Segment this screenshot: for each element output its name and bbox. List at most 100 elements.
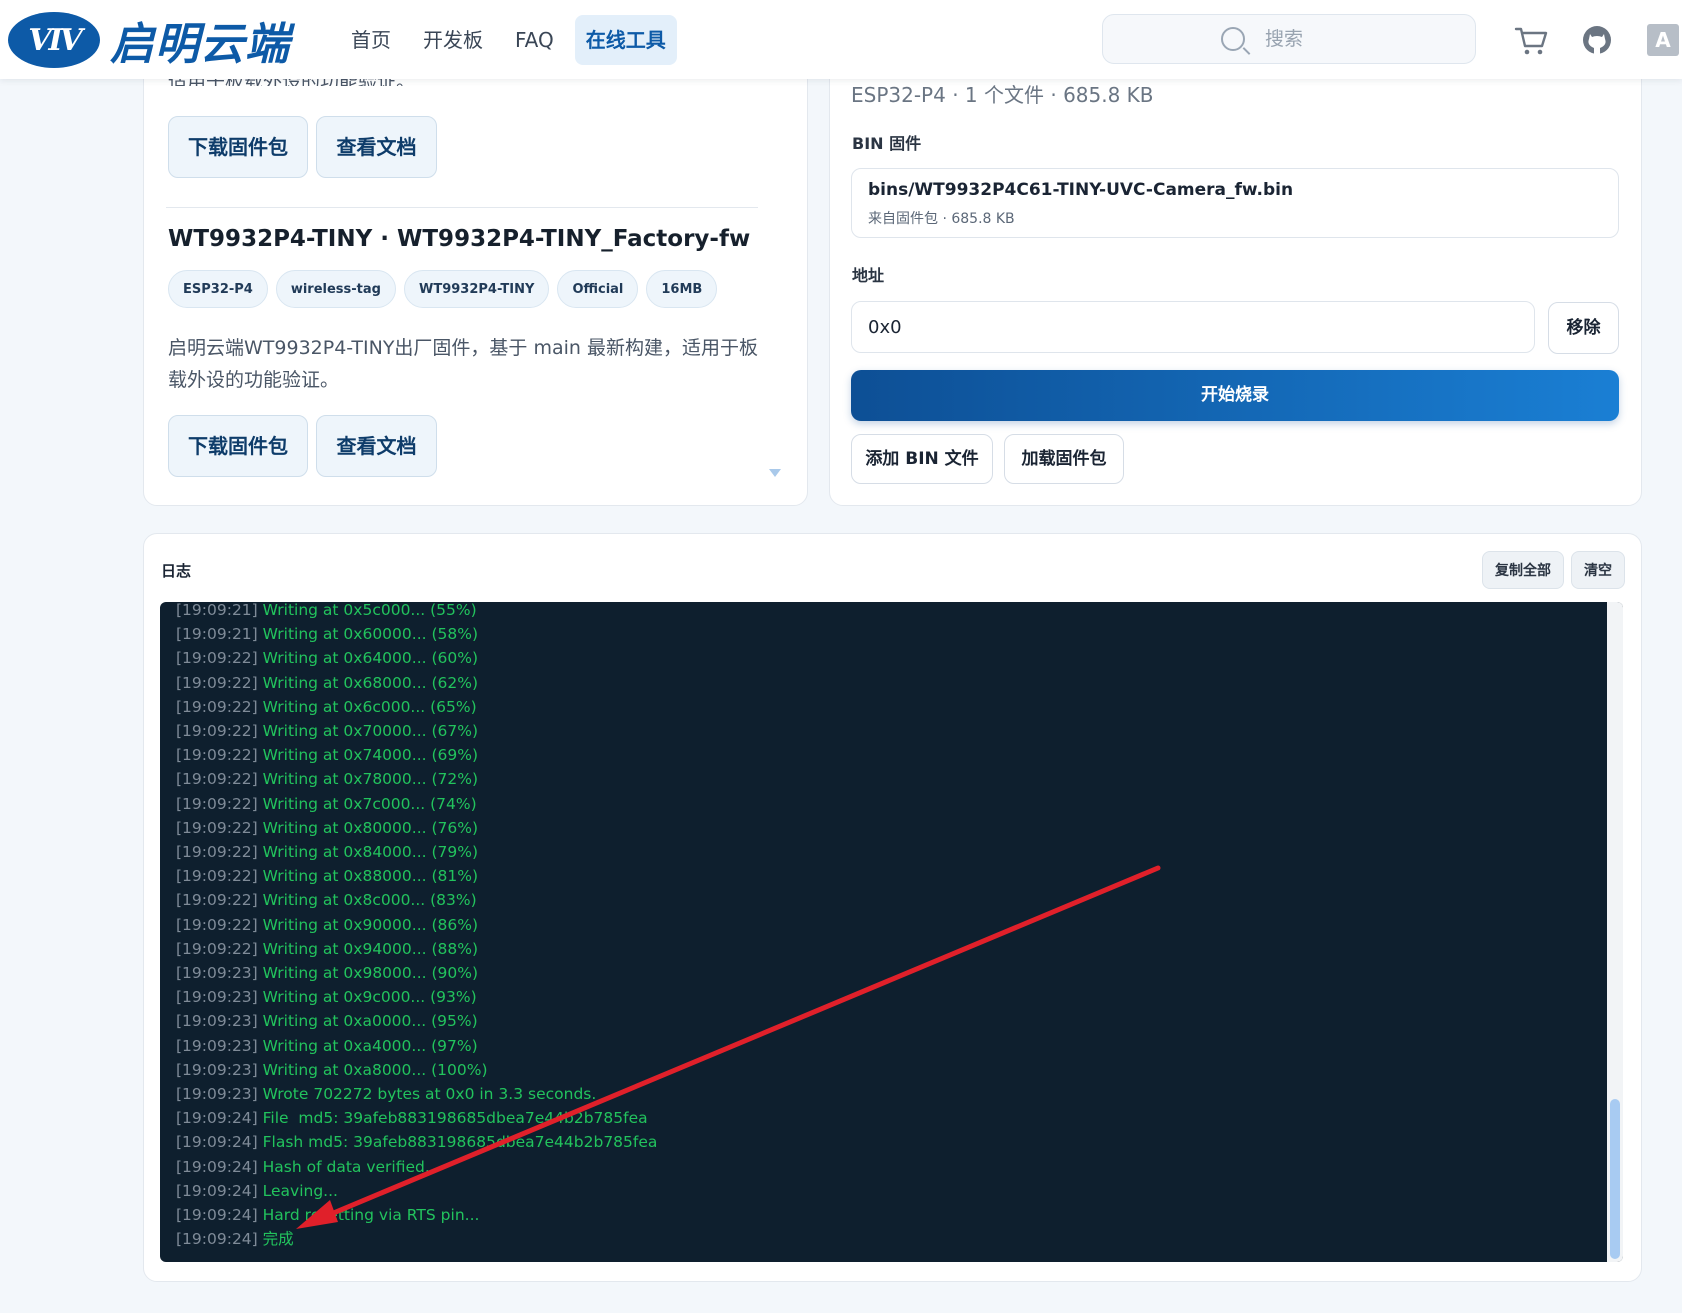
firmware-divider xyxy=(166,207,758,208)
log-message: Writing at 0x88000... (81%) xyxy=(262,867,479,886)
log-timestamp: [19:09:22] xyxy=(176,843,263,862)
log-line: [19:09:21] Writing at 0x5c000... (55%) xyxy=(176,602,657,622)
translate-icon[interactable]: A xyxy=(1647,24,1679,56)
log-line: [19:09:22] Writing at 0x64000... (60%) xyxy=(176,646,657,670)
log-line: [19:09:22] Writing at 0x78000... (72%) xyxy=(176,767,657,791)
log-timestamp: [19:09:24] xyxy=(176,1157,263,1176)
log-line: [19:09:23] Writing at 0xa0000... (95%) xyxy=(176,1009,657,1033)
log-line: [19:09:24] Leaving... xyxy=(176,1179,657,1203)
firmware-tags: ESP32-P4 wireless-tag WT9932P4-TINY Officia… xyxy=(168,270,725,308)
log-line: [19:09:22] Writing at 0x6c000... (65%) xyxy=(176,695,657,719)
log-message: Writing at 0x5c000... (55%) xyxy=(262,602,477,619)
log-line: [19:09:22] Writing at 0x90000... (86%) xyxy=(176,913,657,937)
log-message: Wrote 702272 bytes at 0x0 in 3.3 seconds… xyxy=(262,1085,597,1104)
prev-view-docs-button[interactable]: 查看文档 xyxy=(316,116,437,178)
start-flash-button[interactable]: 开始烧录 xyxy=(851,370,1619,421)
top-header: VIV 启明云端 首页 开发板 FAQ 在线工具 A xyxy=(0,0,1682,79)
log-timestamp: [19:09:22] xyxy=(176,915,263,934)
firmware-title: WT9932P4-TINY · WT9932P4-TINY_Factory-fw xyxy=(168,226,751,252)
log-line: [19:09:24] 完成 xyxy=(176,1227,657,1251)
log-line: [19:09:23] Writing at 0xa8000... (100%) xyxy=(176,1058,657,1082)
log-message: Writing at 0x98000... (90%) xyxy=(262,964,479,983)
bin-label: BIN 固件 xyxy=(852,134,922,153)
scroll-down-icon[interactable] xyxy=(768,467,782,479)
nav-faq[interactable]: FAQ xyxy=(504,15,565,65)
address-input[interactable] xyxy=(851,301,1535,353)
load-package-button[interactable]: 加载固件包 xyxy=(1004,434,1124,484)
log-timestamp: [19:09:22] xyxy=(176,770,263,789)
log-line: [19:09:22] Writing at 0x80000... (76%) xyxy=(176,816,657,840)
log-line: [19:09:22] Writing at 0x84000... (79%) xyxy=(176,840,657,864)
tag-chip[interactable]: wireless-tag xyxy=(275,270,396,308)
log-message: Writing at 0xa8000... (100%) xyxy=(262,1060,488,1079)
brand-name: 启明云端 xyxy=(110,19,290,70)
bin-file-entry: bins/WT9932P4C61-TINY-UVC-Camera_fw.bin … xyxy=(851,168,1619,238)
log-title: 日志 xyxy=(161,562,192,580)
main-nav: 首页 开发板 FAQ 在线工具 xyxy=(340,15,687,65)
log-message: Leaving... xyxy=(262,1181,338,1200)
log-message: Writing at 0x94000... (88%) xyxy=(262,939,479,958)
log-message: Writing at 0x64000... (60%) xyxy=(262,649,479,668)
search-input[interactable] xyxy=(1263,27,1357,51)
nav-home[interactable]: 首页 xyxy=(340,15,402,65)
log-timestamp: [19:09:24] xyxy=(176,1109,263,1128)
nav-dev-boards[interactable]: 开发板 xyxy=(412,15,494,65)
log-timestamp: [19:09:22] xyxy=(176,649,263,668)
github-icon[interactable] xyxy=(1579,22,1615,58)
log-message: Writing at 0x90000... (86%) xyxy=(262,915,479,934)
tag-chip[interactable]: Official xyxy=(557,270,639,308)
log-message: Writing at 0x68000... (62%) xyxy=(262,673,479,692)
log-message: Hard resetting via RTS pin... xyxy=(262,1206,480,1225)
log-message: Writing at 0x78000... (72%) xyxy=(262,770,479,789)
firmware-description: 启明云端WT9932P4-TINY出厂固件，基于 main 最新构建，适用于板载… xyxy=(168,337,758,391)
nav-online-tools[interactable]: 在线工具 xyxy=(574,15,677,65)
log-timestamp: [19:09:22] xyxy=(176,697,263,716)
prev-download-firmware-button[interactable]: 下载固件包 xyxy=(168,116,308,178)
log-line: [19:09:24] Hash of data verified. xyxy=(176,1155,657,1179)
site-logo[interactable]: VIV 启明云端 xyxy=(8,10,290,70)
log-timestamp: [19:09:21] xyxy=(176,625,263,644)
log-line: [19:09:22] Writing at 0x88000... (81%) xyxy=(176,864,657,888)
log-message: Writing at 0xa4000... (97%) xyxy=(262,1036,478,1055)
tag-chip[interactable]: WT9932P4-TINY xyxy=(403,270,550,308)
log-line: [19:09:23] Writing at 0xa4000... (97%) xyxy=(176,1034,657,1058)
address-label: 地址 xyxy=(852,266,885,285)
search-box[interactable] xyxy=(1102,14,1476,64)
bin-file-name: bins/WT9932P4C61-TINY-UVC-Camera_fw.bin xyxy=(868,180,1294,200)
add-bin-button[interactable]: 添加 BIN 文件 xyxy=(851,434,993,484)
log-message: Writing at 0xa0000... (95%) xyxy=(262,1012,478,1031)
log-line: [19:09:23] Wrote 702272 bytes at 0x0 in … xyxy=(176,1082,657,1106)
log-timestamp: [19:09:22] xyxy=(176,722,263,741)
log-message: Writing at 0x80000... (76%) xyxy=(262,818,479,837)
bin-file-meta: 来自固件包 · 685.8 KB xyxy=(868,211,1015,227)
log-line: [19:09:22] Writing at 0x68000... (62%) xyxy=(176,671,657,695)
log-message: File md5: 39afeb883198685dbea7e44b2b785f… xyxy=(262,1109,648,1128)
logo-mark: VIV xyxy=(8,12,100,68)
tag-chip[interactable]: 16MB xyxy=(646,270,718,308)
remove-button[interactable]: 移除 xyxy=(1548,302,1619,354)
log-message: Writing at 0x70000... (67%) xyxy=(262,722,479,741)
cart-icon[interactable] xyxy=(1513,22,1549,58)
log-message: Flash md5: 39afeb883198685dbea7e44b2b785… xyxy=(262,1133,658,1152)
log-timestamp: [19:09:22] xyxy=(176,746,263,765)
log-console[interactable]: [19:09:21] Writing at 0x5c000... (55%) [1… xyxy=(160,602,1623,1262)
log-message: Hash of data verified. xyxy=(262,1157,430,1176)
tag-chip[interactable]: ESP32-P4 xyxy=(168,270,268,308)
log-line: [19:09:22] Writing at 0x8c000... (83%) xyxy=(176,888,657,912)
log-line: [19:09:24] Flash md5: 39afeb883198685dbe… xyxy=(176,1130,657,1154)
log-scrollbar[interactable] xyxy=(1607,602,1623,1262)
log-timestamp: [19:09:22] xyxy=(176,891,263,910)
log-line: [19:09:22] Writing at 0x70000... (67%) xyxy=(176,719,657,743)
log-line: [19:09:21] Writing at 0x60000... (58%) xyxy=(176,622,657,646)
log-timestamp: [19:09:24] xyxy=(176,1133,263,1152)
download-firmware-button[interactable]: 下载固件包 xyxy=(168,415,308,477)
clear-log-button[interactable]: 清空 xyxy=(1571,551,1625,589)
log-timestamp: [19:09:21] xyxy=(176,602,263,619)
view-docs-button[interactable]: 查看文档 xyxy=(316,415,437,477)
copy-all-button[interactable]: 复制全部 xyxy=(1482,551,1564,589)
log-timestamp: [19:09:23] xyxy=(176,1085,263,1104)
log-timestamp: [19:09:23] xyxy=(176,1036,263,1055)
log-scrollbar-thumb[interactable] xyxy=(1610,1099,1620,1259)
log-timestamp: [19:09:22] xyxy=(176,867,263,886)
log-timestamp: [19:09:24] xyxy=(176,1206,263,1225)
